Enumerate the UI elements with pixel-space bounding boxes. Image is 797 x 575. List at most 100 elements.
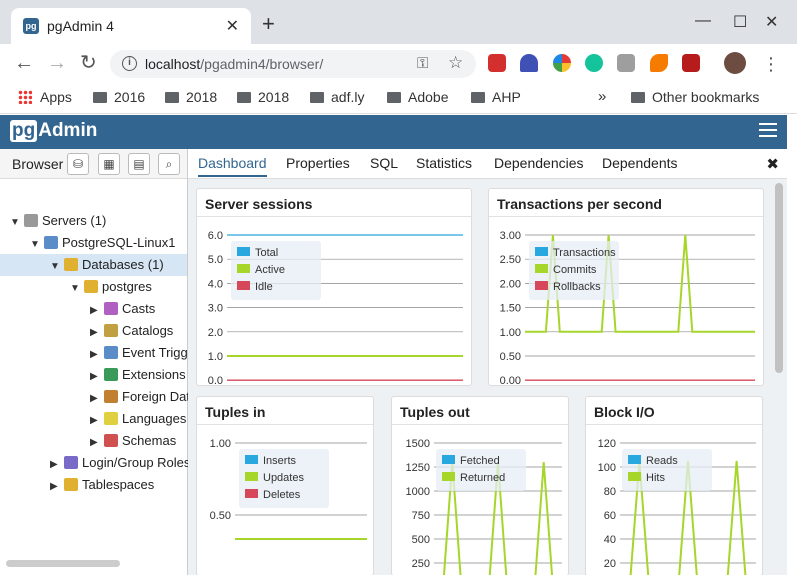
bookmark-folder[interactable]: 2016 [93, 89, 145, 105]
y-tick-label: 3.0 [208, 303, 223, 315]
vertical-scrollbar[interactable] [775, 183, 783, 373]
chevron-right-icon[interactable]: ▶ [90, 300, 104, 322]
url-text[interactable]: localhost/pgadmin4/browser/ [145, 56, 323, 72]
y-tick-label: 4.0 [208, 278, 223, 290]
chevron-right-icon[interactable]: ▶ [90, 344, 104, 366]
bookmark-folder[interactable]: 2018 [237, 89, 289, 105]
chevron-down-icon[interactable]: ▼ [10, 212, 24, 234]
new-tab-button[interactable]: + [262, 13, 275, 35]
chevron-down-icon[interactable]: ▼ [30, 234, 44, 256]
tree-node-label: Login/Group Roles [82, 455, 191, 470]
y-tick-label: 100 [598, 462, 616, 474]
y-tick-label: 2.50 [500, 254, 521, 266]
bookmark-label: 2018 [186, 89, 218, 105]
tab-statistics[interactable]: Statistics [416, 155, 472, 171]
maximize-button[interactable]: ☐ [733, 12, 747, 32]
tree-node[interactable]: ▶ Languages [0, 408, 187, 430]
y-tick-label: 40 [604, 534, 616, 546]
forward-button[interactable]: → [47, 53, 67, 73]
chevron-right-icon[interactable]: ▶ [90, 322, 104, 344]
bookmark-folder[interactable]: AHP [471, 89, 521, 105]
table-view-icon[interactable]: ▦ [98, 153, 120, 175]
horizontal-scrollbar[interactable] [6, 560, 120, 567]
y-tick-label: 750 [412, 510, 430, 522]
chevron-right-icon[interactable]: ▶ [90, 366, 104, 388]
chrome-menu-icon[interactable]: ⋮ [762, 54, 780, 74]
legend-label: Fetched [460, 455, 500, 467]
y-tick-label: 1.0 [208, 351, 223, 363]
bookmark-folder[interactable]: 2018 [165, 89, 217, 105]
extension-m-icon[interactable] [488, 54, 506, 72]
apps-grid-icon [18, 90, 32, 104]
panel-title: Block I/O [586, 397, 762, 425]
legend-swatch [245, 472, 258, 481]
legend: Transactions Commits Rollbacks [529, 241, 619, 300]
tab-dependencies[interactable]: Dependencies [494, 155, 584, 171]
chevron-down-icon[interactable]: ▼ [50, 256, 64, 278]
bookmark-apps[interactable]: Apps [18, 89, 72, 105]
address-bar[interactable]: i localhost/pgadmin4/browser/ ⚿ ☆ [110, 50, 476, 78]
panel-title: Server sessions [197, 189, 471, 217]
extension-screen-icon[interactable] [617, 54, 635, 72]
chevron-down-icon[interactable]: ▼ [70, 278, 84, 300]
tab-dashboard[interactable]: Dashboard [198, 155, 267, 177]
y-tick-label: 6.0 [208, 230, 223, 242]
chevron-right-icon[interactable]: ▶ [50, 476, 64, 498]
block-io-panel: Block I/O 120 100 80 60 40 20 Reads Hits [585, 396, 763, 575]
chevron-right-icon[interactable]: ▶ [90, 432, 104, 454]
grammarly-icon[interactable] [585, 54, 603, 72]
tree-node[interactable]: ▶ Event Trigg [0, 342, 188, 366]
close-window-button[interactable]: ✕ [765, 12, 778, 32]
tree-node[interactable]: ▶ Login/Group Roles [0, 452, 191, 476]
tree-node[interactable]: ▶ Schemas [0, 430, 187, 452]
reload-button[interactable]: ↻ [80, 53, 97, 73]
tree-node[interactable]: ▼ Databases (1) [0, 254, 187, 276]
more-bookmarks-button[interactable]: » [598, 88, 606, 105]
panel-title: Tuples out [392, 397, 568, 425]
info-icon[interactable]: i [122, 56, 137, 71]
legend-swatch [237, 247, 250, 256]
extension-pdf-icon[interactable] [682, 54, 700, 72]
tree-node-label: postgres [102, 279, 152, 294]
tree-node-label: Casts [122, 301, 156, 316]
chevron-right-icon[interactable]: ▶ [90, 388, 104, 410]
folder-icon [471, 92, 485, 103]
browser-tab[interactable]: pg pgAdmin 4 ✕ [11, 8, 251, 44]
database-query-icon[interactable]: ⛁ [67, 153, 89, 175]
filter-table-icon[interactable]: ▤ [128, 153, 150, 175]
tab-sql[interactable]: SQL [370, 155, 398, 171]
minimize-button[interactable]: — [695, 12, 711, 30]
star-icon[interactable]: ☆ [448, 53, 463, 73]
bookmark-folder[interactable]: Adobe [387, 89, 448, 105]
hamburger-menu-icon[interactable] [759, 123, 777, 139]
extension-key-icon[interactable] [650, 54, 668, 72]
extension-cap-icon[interactable] [520, 54, 538, 72]
tab-dependents[interactable]: Dependents [602, 155, 678, 171]
folder-icon [310, 92, 324, 103]
schemas-icon [104, 434, 118, 447]
back-button[interactable]: ← [14, 53, 34, 73]
transactions-panel: Transactions per second 3.00 2.50 2.00 1.50… [488, 188, 764, 387]
tree-node[interactable]: ▶ Foreign Dat [0, 386, 190, 410]
chevron-right-icon[interactable]: ▶ [50, 454, 64, 476]
tree-node[interactable]: ▶ Casts [0, 298, 187, 320]
close-tab-icon[interactable]: ✕ [226, 16, 239, 36]
logo-admin: Admin [38, 120, 98, 141]
close-panel-icon[interactable]: ✖ [766, 155, 779, 173]
other-bookmarks[interactable]: Other bookmarks [631, 89, 759, 105]
tab-properties[interactable]: Properties [286, 155, 350, 171]
chevron-right-icon[interactable]: ▶ [90, 410, 104, 432]
tree-node[interactable]: ▼ PostgreSQL-Linux1 [0, 232, 187, 254]
key-icon[interactable]: ⚿ [417, 55, 428, 72]
profile-avatar[interactable] [724, 52, 746, 74]
bookmark-folder[interactable]: adf.ly [310, 89, 364, 105]
legend-label: Idle [255, 281, 273, 293]
tree-node[interactable]: ▼ Servers (1) [0, 210, 187, 232]
tree-node[interactable]: ▶ Tablespaces [0, 474, 187, 496]
tree-node[interactable]: ▼ postgres [0, 276, 187, 298]
extension-color-icon[interactable] [553, 54, 571, 72]
search-icon[interactable]: ⌕ [158, 153, 180, 175]
tree-node[interactable]: ▶ Extensions [0, 364, 187, 386]
browser-chrome: pg pgAdmin 4 ✕ + — ☐ ✕ ← → ↻ i localhost… [0, 0, 797, 114]
tree-node[interactable]: ▶ Catalogs [0, 320, 187, 342]
